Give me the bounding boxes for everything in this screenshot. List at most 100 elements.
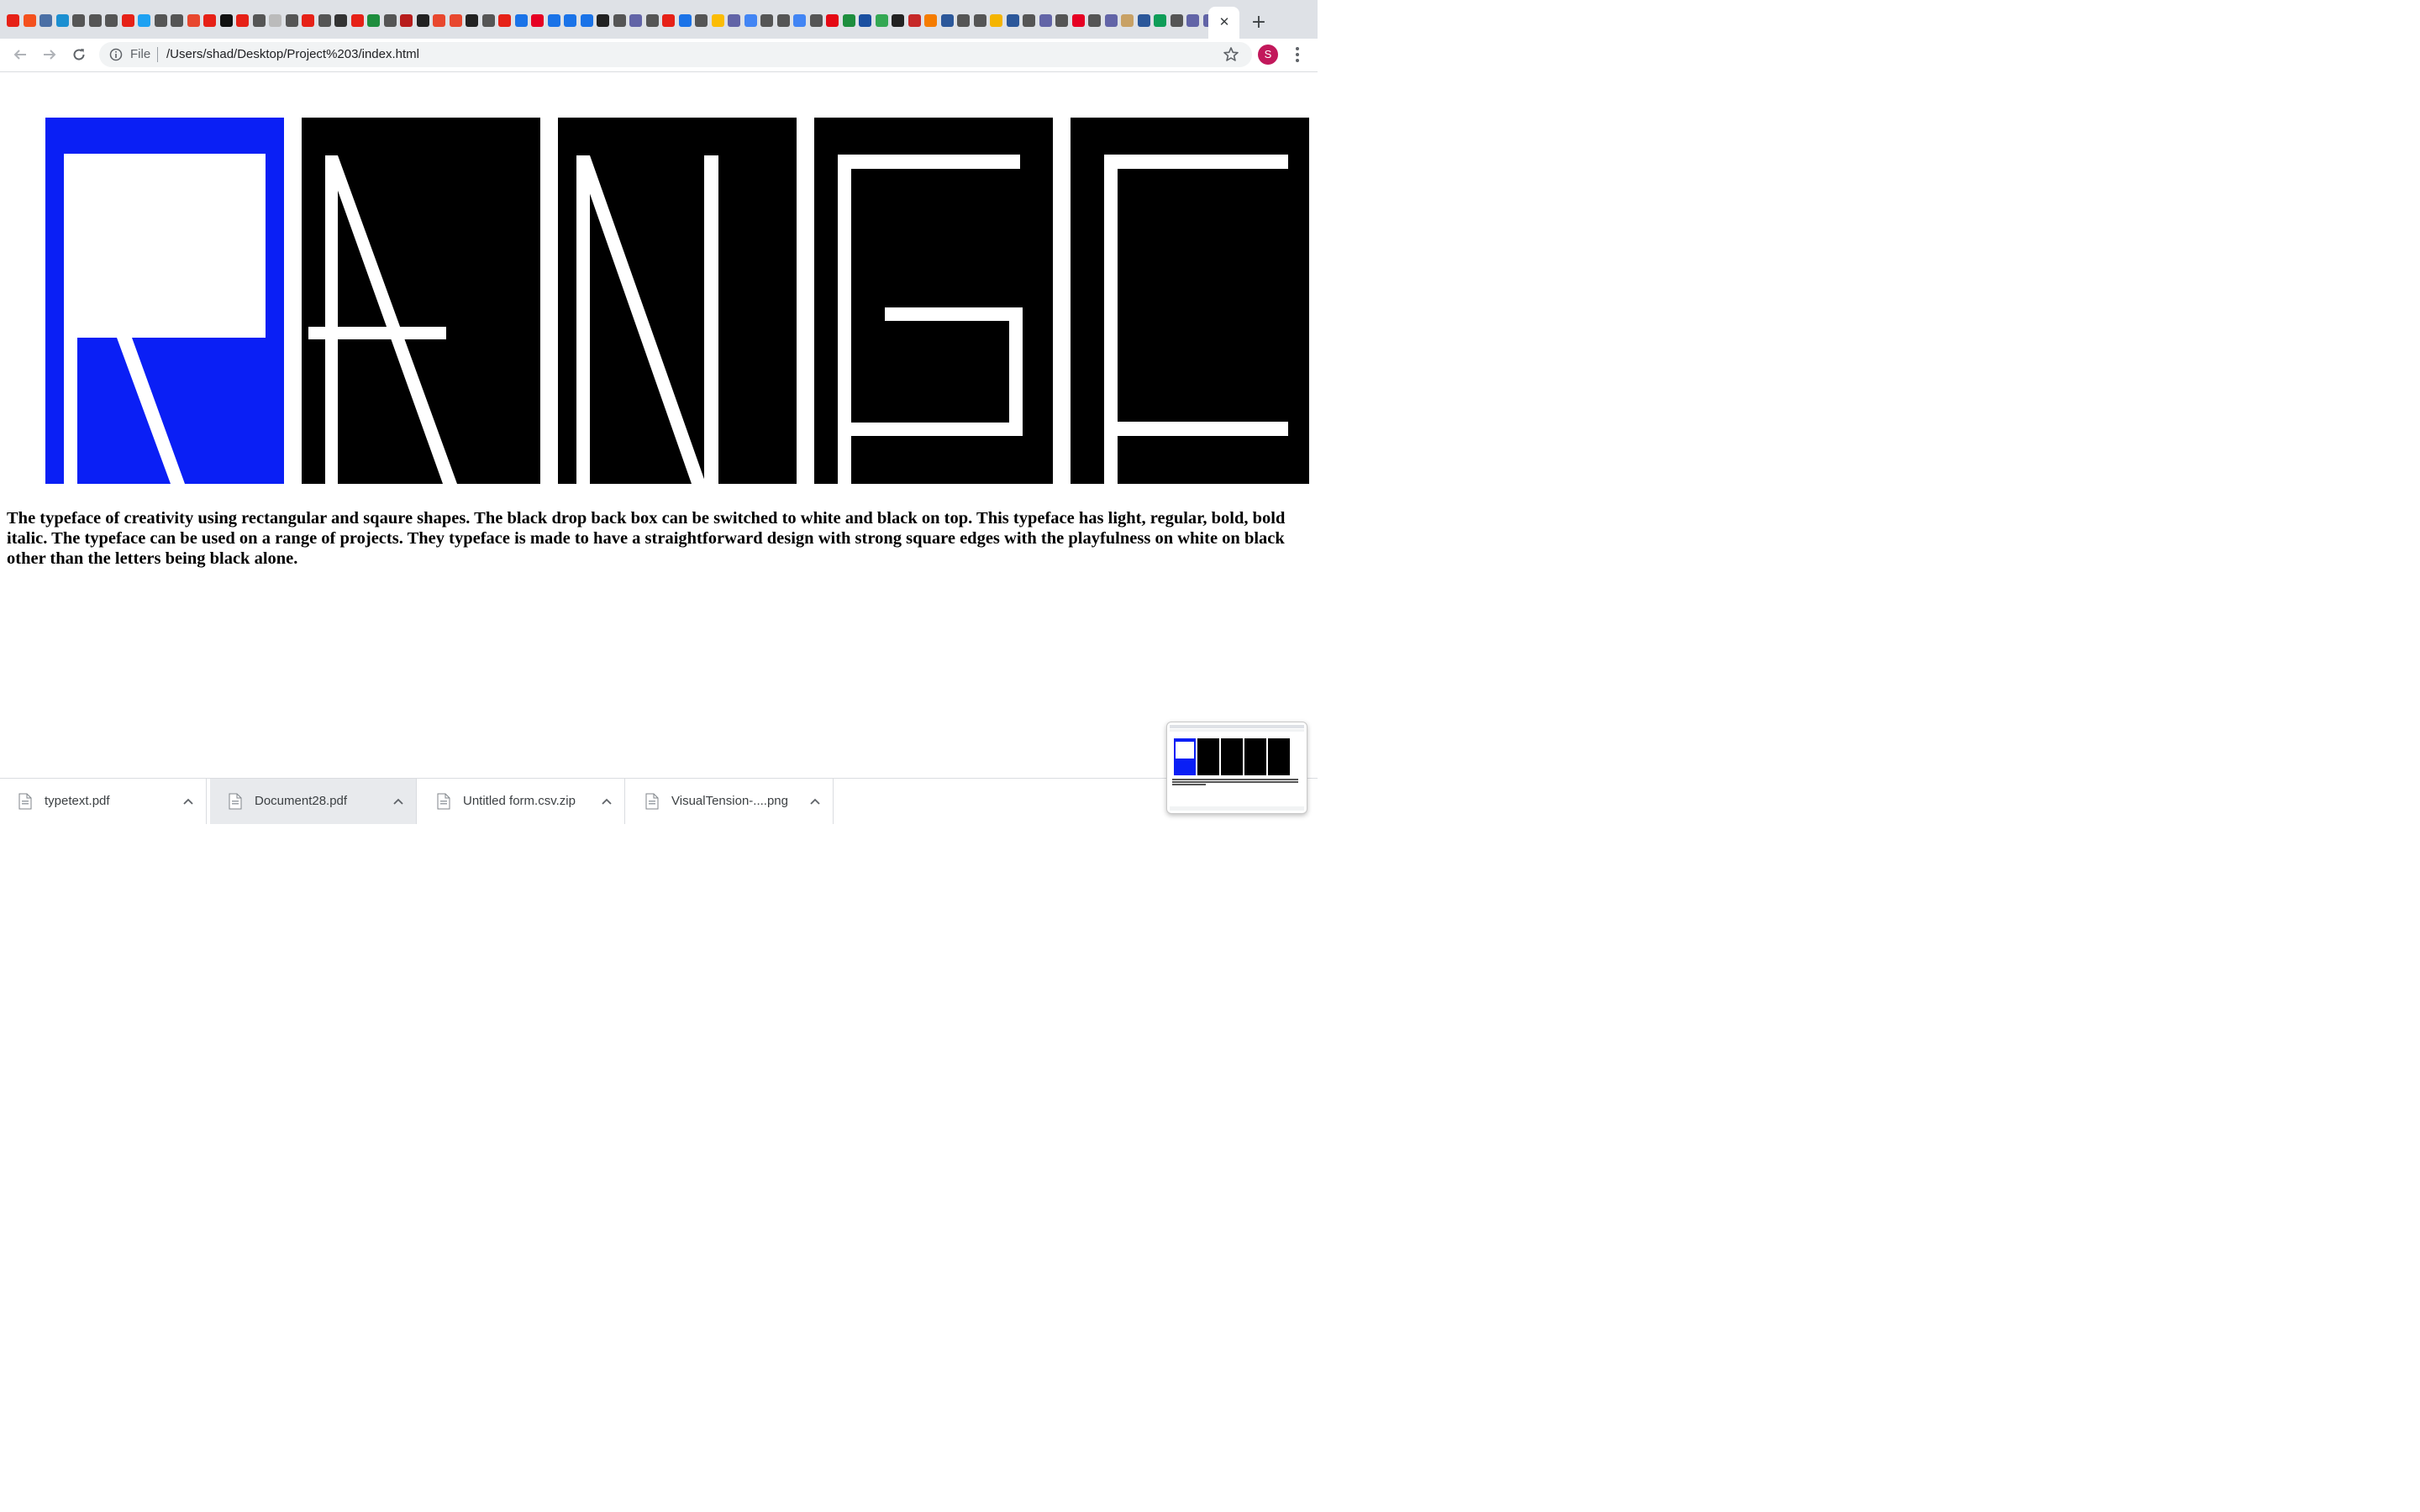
letter-n <box>558 118 797 484</box>
tab-favicon-icon[interactable] <box>367 14 380 27</box>
tab-favicon-icon[interactable] <box>580 14 593 27</box>
download-item[interactable]: Document28.pdf <box>210 779 417 824</box>
chevron-up-icon[interactable] <box>808 795 822 808</box>
tab-favicon-icon[interactable] <box>842 14 855 27</box>
tab-favicon-icon[interactable] <box>236 14 249 27</box>
tab-favicon-icon[interactable] <box>662 14 675 27</box>
tab-favicon-icon[interactable] <box>481 14 495 27</box>
address-bar[interactable]: File /Users/shad/Desktop/Project%203/ind… <box>99 42 1252 67</box>
letter-a <box>302 118 540 484</box>
tab-favicon-icon[interactable] <box>1137 14 1150 27</box>
forward-button[interactable] <box>39 44 60 66</box>
tab-favicon-icon[interactable] <box>466 14 478 27</box>
browser-toolbar: File /Users/shad/Desktop/Project%203/ind… <box>0 39 1318 72</box>
tab-favicon-icon[interactable] <box>1071 14 1085 27</box>
tab-favicon-icon[interactable] <box>990 14 1002 27</box>
tab-favicon-icon[interactable] <box>219 14 233 27</box>
tab-favicon-icon[interactable] <box>55 14 69 27</box>
tab-favicon-icon[interactable] <box>613 14 626 27</box>
tab-favicon-icon[interactable] <box>138 14 150 27</box>
tab-favicon-icon[interactable] <box>744 14 757 27</box>
png-file-icon <box>645 793 659 810</box>
tab-strip: ✕ + <box>0 0 1318 39</box>
tab-favicon-icon[interactable] <box>809 14 823 27</box>
tab-favicon-icon[interactable] <box>973 14 986 27</box>
tab-favicon-icon[interactable] <box>564 14 576 27</box>
tab-favicon-icon[interactable] <box>711 14 724 27</box>
tab-favicon-icon[interactable] <box>531 14 544 27</box>
tab-favicon-icon[interactable] <box>1104 14 1118 27</box>
tab-favicon-icon[interactable] <box>449 14 462 27</box>
tab-favicon-icon[interactable] <box>285 14 298 27</box>
tab-favicon-icon[interactable] <box>940 14 954 27</box>
tab-favicon-icon[interactable] <box>171 14 183 27</box>
tab-favicon-icon[interactable] <box>252 14 266 27</box>
tab-favicon-icon[interactable] <box>645 14 659 27</box>
tab-favicon-icon[interactable] <box>187 14 200 27</box>
menu-kebab-icon[interactable] <box>1289 45 1306 65</box>
close-tab-icon[interactable]: ✕ <box>1217 14 1232 29</box>
chevron-up-icon[interactable] <box>392 795 405 808</box>
bookmark-star-icon[interactable] <box>1223 46 1239 63</box>
tab-favicon-icon[interactable] <box>88 14 102 27</box>
tab-favicon-icon[interactable] <box>318 14 331 27</box>
tab-favicon-icon[interactable] <box>678 14 692 27</box>
tab-favicon-icon[interactable] <box>269 14 281 27</box>
screenshot-thumbnail[interactable] <box>1166 722 1307 814</box>
tab-favicon-icon[interactable] <box>728 14 740 27</box>
letter-e <box>1071 118 1309 484</box>
tab-favicon-icon[interactable] <box>892 14 904 27</box>
tab-favicon-icon[interactable] <box>924 14 937 27</box>
tab-favicon-icon[interactable] <box>416 14 429 27</box>
tab-favicon-icon[interactable] <box>498 14 511 27</box>
tab-favicon-icon[interactable] <box>121 14 134 27</box>
tab-favicon-icon[interactable] <box>39 14 52 27</box>
new-tab-button[interactable]: + <box>1249 13 1269 33</box>
download-item[interactable]: typetext.pdf <box>0 779 207 824</box>
tab-favicon-icon[interactable] <box>433 14 445 27</box>
info-icon[interactable] <box>109 48 123 61</box>
tab-favicon-icon[interactable] <box>1170 14 1183 27</box>
tab-favicon-icon[interactable] <box>695 14 708 27</box>
tab-favicon-icon[interactable] <box>547 14 560 27</box>
reload-button[interactable] <box>68 44 90 66</box>
tab-favicon-icon[interactable] <box>514 14 528 27</box>
tab-favicon-icon[interactable] <box>1154 14 1166 27</box>
chevron-up-icon[interactable] <box>182 795 195 808</box>
url-text[interactable]: /Users/shad/Desktop/Project%203/index.ht… <box>166 42 419 67</box>
download-item[interactable]: VisualTension-....png <box>627 779 834 824</box>
tab-favicon-icon[interactable] <box>1006 14 1019 27</box>
tab-favicon-icon[interactable] <box>826 14 839 27</box>
tab-favicon-icon[interactable] <box>400 14 413 27</box>
tab-favicon-icon[interactable] <box>859 14 871 27</box>
tab-favicon-icon[interactable] <box>203 14 216 27</box>
pinned-tabs <box>7 14 1219 31</box>
tab-favicon-icon[interactable] <box>105 14 118 27</box>
tab-favicon-icon[interactable] <box>383 14 397 27</box>
tab-favicon-icon[interactable] <box>154 14 167 27</box>
tab-favicon-icon[interactable] <box>23 14 36 27</box>
tab-favicon-icon[interactable] <box>302 14 314 27</box>
tab-favicon-icon[interactable] <box>957 14 970 27</box>
tab-favicon-icon[interactable] <box>760 14 773 27</box>
tab-favicon-icon[interactable] <box>72 14 85 27</box>
tab-favicon-icon[interactable] <box>908 14 921 27</box>
tab-favicon-icon[interactable] <box>1039 14 1052 27</box>
tab-favicon-icon[interactable] <box>1186 14 1199 27</box>
tab-favicon-icon[interactable] <box>1055 14 1068 27</box>
tab-favicon-icon[interactable] <box>629 14 642 27</box>
chevron-up-icon[interactable] <box>600 795 613 808</box>
profile-avatar[interactable]: S <box>1258 45 1278 65</box>
tab-favicon-icon[interactable] <box>1121 14 1134 27</box>
download-item[interactable]: Untitled form.csv.zip <box>418 779 625 824</box>
tab-favicon-icon[interactable] <box>793 14 806 27</box>
tab-favicon-icon[interactable] <box>334 14 347 27</box>
tab-favicon-icon[interactable] <box>597 14 609 27</box>
back-button[interactable] <box>9 44 31 66</box>
tab-favicon-icon[interactable] <box>776 14 790 27</box>
tab-favicon-icon[interactable] <box>1088 14 1101 27</box>
tab-favicon-icon[interactable] <box>350 14 364 27</box>
tab-favicon-icon[interactable] <box>875 14 888 27</box>
tab-favicon-icon[interactable] <box>1023 14 1035 27</box>
tab-favicon-icon[interactable] <box>7 14 19 27</box>
